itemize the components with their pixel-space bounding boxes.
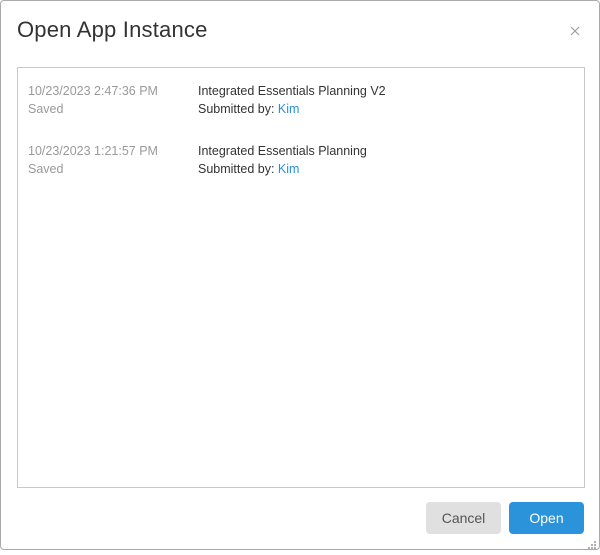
instance-details: Integrated Essentials Planning Submitted… [198, 142, 367, 178]
open-button[interactable]: Open [509, 502, 584, 534]
instance-timestamp: 10/23/2023 1:21:57 PM [28, 144, 158, 158]
cancel-button[interactable]: Cancel [426, 502, 501, 534]
resize-dots-icon [588, 541, 596, 549]
instance-meta: 10/23/2023 2:47:36 PM Saved [28, 82, 158, 118]
instance-timestamp: 10/23/2023 2:47:36 PM [28, 84, 158, 98]
instance-status: Saved [28, 162, 64, 176]
submitter-link[interactable]: Kim [278, 162, 300, 176]
instance-row[interactable]: 10/23/2023 2:47:36 PM Saved Integrated E… [18, 68, 584, 128]
close-button[interactable] [567, 23, 583, 39]
instance-submitter: Submitted by: Kim [198, 100, 386, 118]
instance-name: Integrated Essentials Planning V2 [198, 84, 386, 98]
resize-grip-icon[interactable] [587, 537, 597, 549]
instance-name: Integrated Essentials Planning [198, 144, 367, 158]
instance-submitter: Submitted by: Kim [198, 160, 367, 178]
close-icon [570, 26, 580, 36]
instance-row[interactable]: 10/23/2023 1:21:57 PM Saved Integrated E… [18, 128, 584, 188]
instance-details: Integrated Essentials Planning V2 Submit… [198, 82, 386, 118]
open-app-instance-dialog: Open App Instance 10/23/2023 2:47:36 PM … [0, 0, 600, 550]
instance-meta: 10/23/2023 1:21:57 PM Saved [28, 142, 158, 178]
submitted-by-label: Submitted by: [198, 102, 275, 116]
submitter-link[interactable]: Kim [278, 102, 300, 116]
instance-status: Saved [28, 102, 64, 116]
dialog-title: Open App Instance [17, 17, 208, 42]
instance-list[interactable]: 10/23/2023 2:47:36 PM Saved Integrated E… [17, 67, 585, 488]
submitted-by-label: Submitted by: [198, 162, 275, 176]
